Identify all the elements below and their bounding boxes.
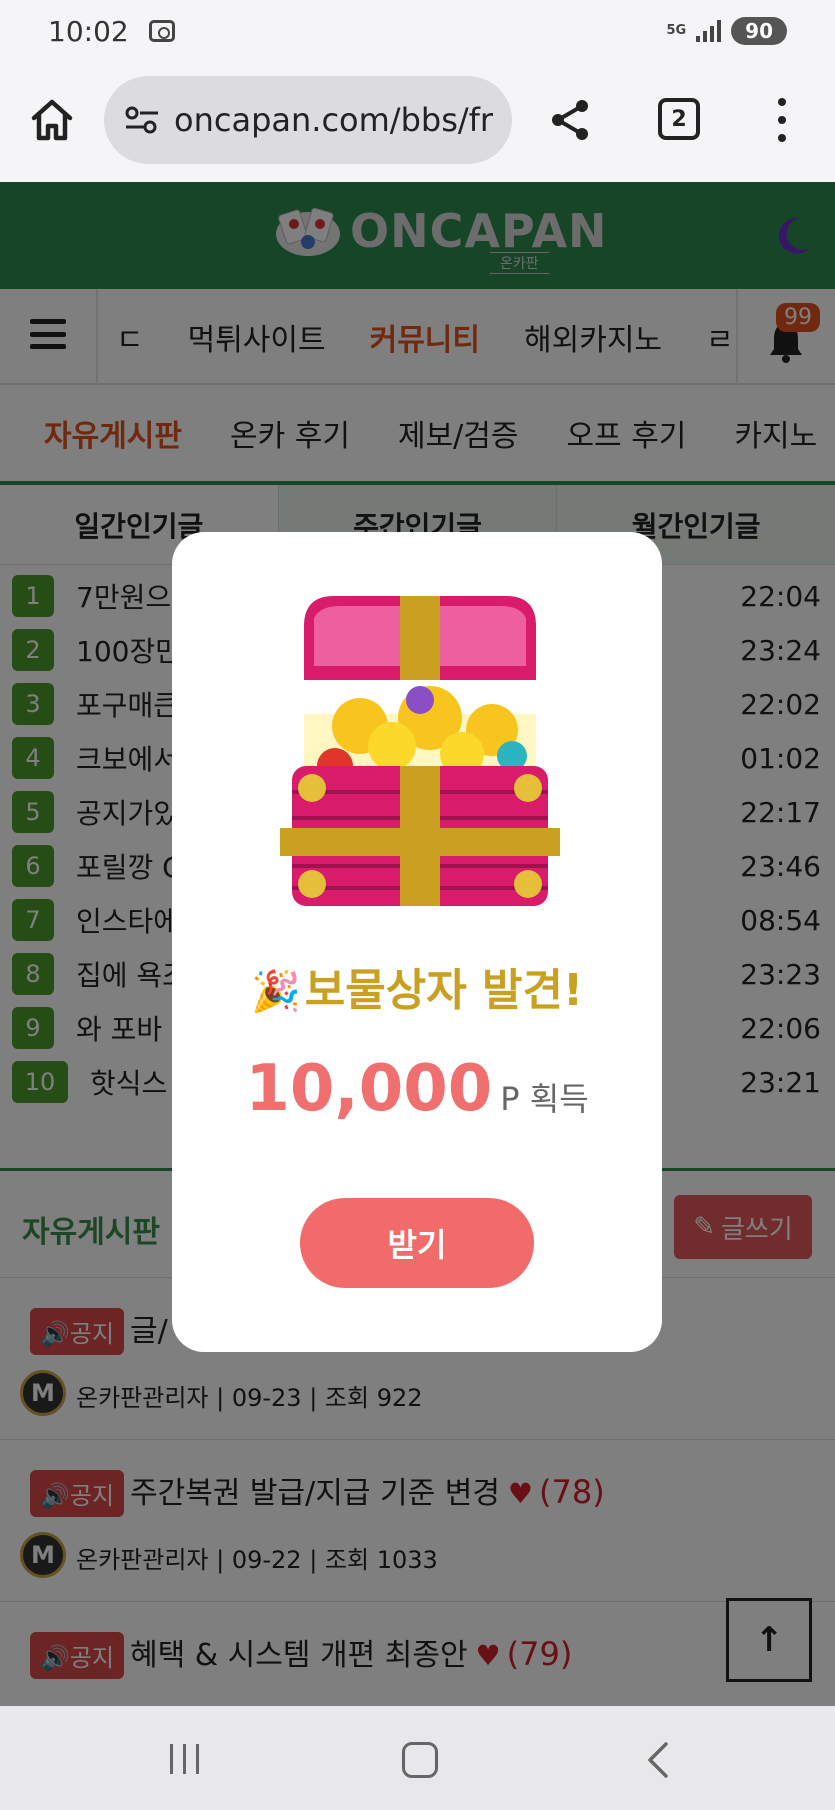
share-icon[interactable] [546,96,594,144]
reward-amount: 10,000 [245,1052,493,1126]
recent-apps-button[interactable] [170,1744,199,1774]
home-icon[interactable] [28,96,76,144]
status-bar: 10:02 5G 90 [0,0,835,62]
url-text: oncapan.com/bbs/fr [174,101,494,139]
more-options-icon[interactable] [770,98,794,142]
party-popper-icon: 🎉 [250,969,301,1015]
battery-level: 90 [731,17,787,45]
home-button[interactable] [402,1742,438,1778]
browser-toolbar: oncapan.com/bbs/fr 2 [0,62,835,182]
treasure-chest-icon [280,596,560,906]
network-type: 5G [666,23,687,38]
reward-unit: P 획득 [500,1080,589,1118]
site-settings-icon[interactable] [124,105,160,135]
status-time: 10:02 [48,14,129,48]
back-icon[interactable] [640,1740,676,1780]
system-nav-bar [0,1706,835,1810]
address-bar[interactable]: oncapan.com/bbs/fr [104,76,512,164]
reward-text: 10,000 P 획득 [172,1052,662,1126]
modal-title: 🎉보물상자 발견! [250,965,584,1016]
claim-button[interactable]: 받기 [300,1198,534,1288]
signal-icon [696,20,722,42]
reward-modal: 🎉보물상자 발견! 10,000 P 획득 받기 [172,532,662,1352]
screen-record-icon [148,20,175,42]
tab-switcher-button[interactable]: 2 [658,98,700,140]
status-indicators: 5G 90 [666,17,787,45]
